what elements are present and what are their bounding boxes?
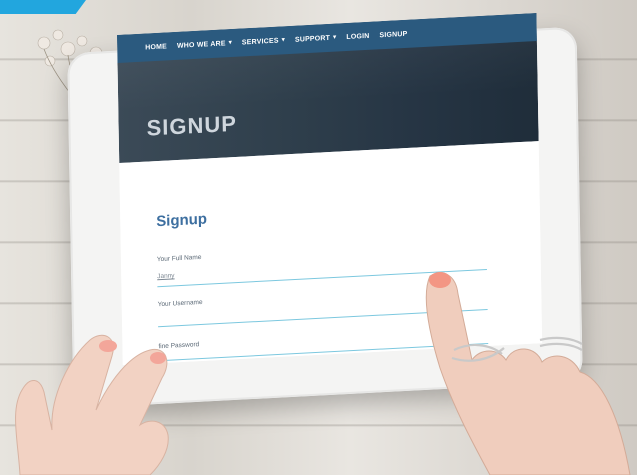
form-title: Signup bbox=[156, 210, 208, 231]
nav-item-home[interactable]: HOME bbox=[145, 43, 167, 51]
nav-item-signup[interactable]: SIGNUP bbox=[379, 30, 407, 38]
chevron-down-icon: ▾ bbox=[281, 37, 285, 44]
nav-item-services[interactable]: SERVICES ▾ bbox=[242, 37, 285, 46]
left-hand bbox=[15, 334, 169, 475]
nav-label: WHO WE ARE bbox=[176, 39, 226, 50]
page-title: SIGNUP bbox=[146, 110, 238, 141]
nav-label: SERVICES bbox=[241, 37, 279, 46]
nav-label: HOME bbox=[145, 42, 168, 52]
nav-label: SIGNUP bbox=[379, 30, 408, 39]
nav-item-login[interactable]: LOGIN bbox=[346, 32, 369, 40]
nav-label: LOGIN bbox=[346, 32, 370, 41]
chevron-down-icon: ▾ bbox=[228, 39, 232, 47]
right-hand bbox=[425, 272, 631, 475]
chevron-down-icon: ▾ bbox=[333, 34, 337, 41]
corner-accent-tab bbox=[0, 0, 86, 14]
nav-label: SUPPORT bbox=[294, 34, 331, 44]
hero-banner: HOME WHO WE ARE ▾ SERVICES ▾ SUPPORT ▾ L… bbox=[117, 13, 539, 164]
nav-item-support[interactable]: SUPPORT ▾ bbox=[295, 34, 337, 43]
nav-item-who-we-are[interactable]: WHO WE ARE ▾ bbox=[176, 39, 232, 50]
